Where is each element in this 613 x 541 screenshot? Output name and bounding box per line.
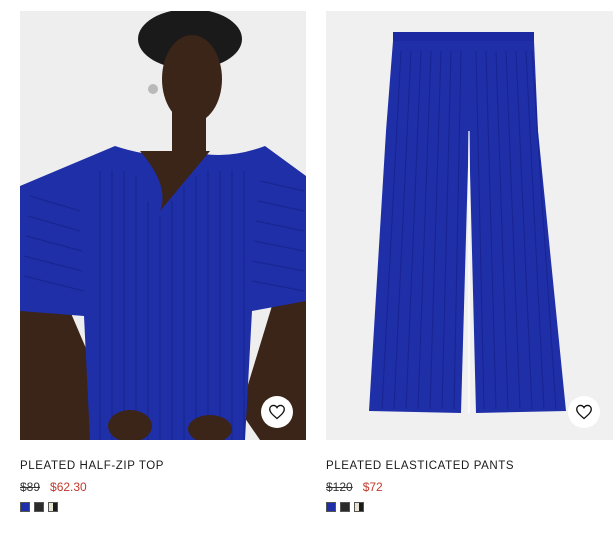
pants-photo — [326, 11, 613, 440]
swatch-blue[interactable] — [326, 502, 336, 512]
product-image-top[interactable] — [20, 11, 306, 440]
sale-price-pants: $72 — [362, 480, 383, 494]
price-row-top: $89 $62.30 — [20, 480, 306, 494]
swatch-black[interactable] — [340, 502, 350, 512]
sale-price-top: $62.30 — [50, 480, 87, 494]
product-image-pants[interactable] — [326, 11, 613, 440]
original-price-top: $89 — [20, 480, 41, 494]
swatch-cream-black[interactable] — [48, 502, 58, 512]
swatch-black[interactable] — [34, 502, 44, 512]
original-price-pants: $120 — [326, 480, 353, 494]
wishlist-button-pants[interactable] — [568, 396, 600, 428]
heart-icon — [576, 404, 592, 420]
product-title-top[interactable]: PLEATED HALF-ZIP TOP — [20, 460, 306, 472]
model-photo — [20, 11, 306, 440]
price-row-pants: $120 $72 — [326, 480, 613, 494]
color-swatches-pants — [326, 502, 613, 512]
product-card-top[interactable]: PLEATED HALF-ZIP TOP $89 $62.30 — [20, 0, 306, 512]
swatch-cream-black[interactable] — [354, 502, 364, 512]
product-title-pants[interactable]: PLEATED ELASTICATED PANTS — [326, 460, 613, 472]
product-card-pants[interactable]: PLEATED ELASTICATED PANTS $120 $72 — [326, 0, 613, 512]
color-swatches-top — [20, 502, 306, 512]
swatch-blue[interactable] — [20, 502, 30, 512]
heart-icon — [269, 404, 285, 420]
wishlist-button-top[interactable] — [261, 396, 293, 428]
